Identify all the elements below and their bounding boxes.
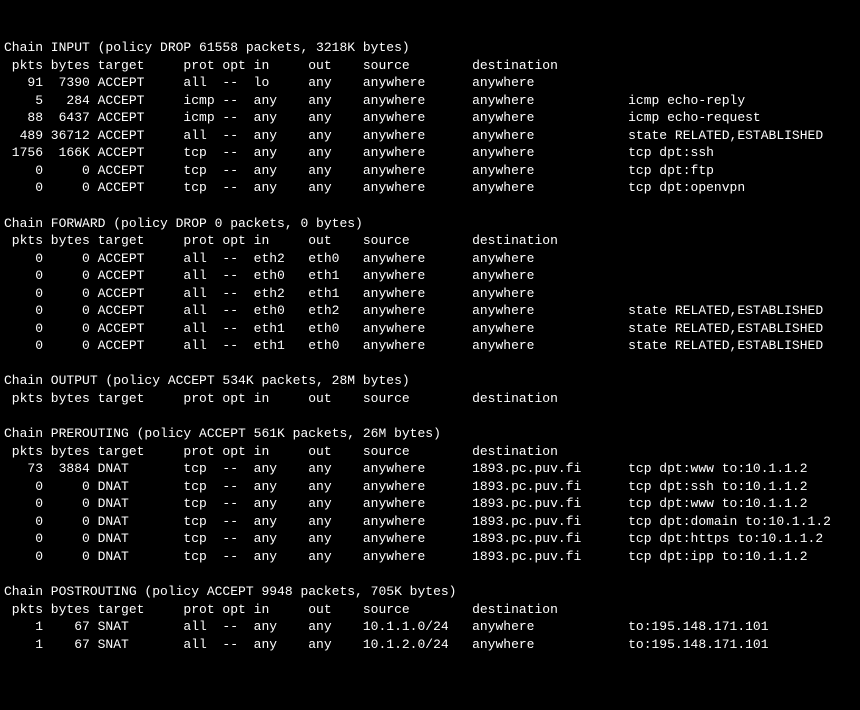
iptables-output: Chain INPUT (policy DROP 61558 packets, …: [4, 39, 856, 653]
